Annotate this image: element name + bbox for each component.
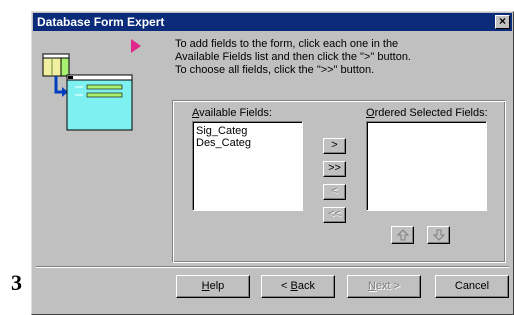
window-title: Database Form Expert [37, 15, 165, 29]
title-bar[interactable]: Database Form Expert × [33, 13, 512, 31]
instruction-line: To choose all fields, click the ">>" but… [175, 64, 375, 76]
pointer-arrow-icon [131, 39, 141, 53]
list-item[interactable]: Sig_Categ [196, 125, 302, 137]
ordered-fields-label: Ordered Selected Fields: [366, 107, 488, 119]
ordered-fields-list[interactable] [366, 121, 487, 211]
list-item[interactable]: Des_Categ [196, 137, 302, 149]
next-button[interactable]: Next > [347, 275, 421, 298]
move-up-button[interactable] [391, 226, 414, 244]
field-selection-group: Available Fields: Sig_Categ Des_Categ > … [172, 100, 506, 263]
form-illustration-icon [42, 53, 133, 131]
instructions-text: To add fields to the form, click each on… [175, 38, 505, 77]
add-all-fields-button[interactable]: >> [323, 161, 346, 177]
move-down-button[interactable] [427, 226, 450, 244]
remove-field-button[interactable]: < [323, 184, 346, 200]
cancel-button[interactable]: Cancel [435, 275, 509, 298]
instruction-line: Available Fields list and then click the… [175, 51, 411, 63]
down-arrow-icon [432, 229, 445, 241]
help-button[interactable]: Help [176, 275, 250, 298]
close-button[interactable]: × [495, 15, 510, 29]
available-fields-label: Available Fields: [192, 107, 272, 119]
add-field-button[interactable]: > [323, 138, 346, 154]
database-form-expert-dialog: Database Form Expert × To add fields to … [31, 11, 514, 315]
available-fields-list[interactable]: Sig_Categ Des_Categ [192, 121, 303, 211]
footer-separator [36, 266, 509, 268]
up-arrow-icon [396, 229, 409, 241]
figure-number: 3 [11, 270, 22, 295]
remove-all-fields-button[interactable]: << [323, 207, 346, 223]
back-button[interactable]: < Back [261, 275, 335, 298]
instruction-line: To add fields to the form, click each on… [175, 38, 399, 50]
